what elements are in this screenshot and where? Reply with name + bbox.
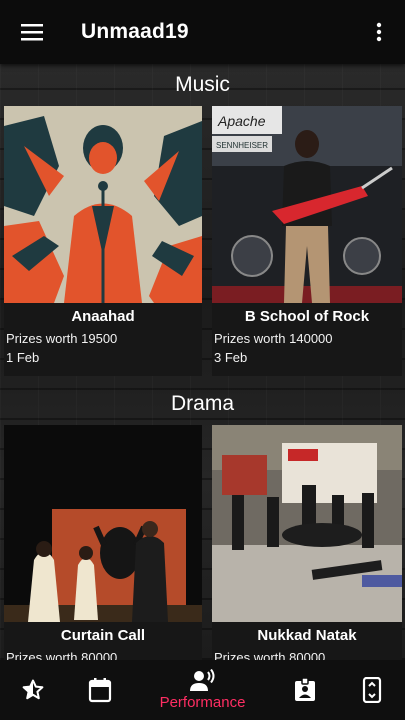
event-info: Nukkad Natak Prizes worth 80000 <box>212 622 402 660</box>
event-info: Anaahad Prizes worth 19500 1 Feb <box>4 303 202 376</box>
event-info: B School of Rock Prizes worth 140000 3 F… <box>212 303 402 376</box>
banner-text: Apache <box>217 113 266 129</box>
section-header-drama: Drama <box>170 392 234 415</box>
nav-item-schedule[interactable] <box>85 660 115 720</box>
badge-icon <box>294 678 315 701</box>
event-prize: Prizes worth 80000 <box>6 650 118 660</box>
event-date: 3 Feb <box>214 350 248 365</box>
bottom-navigation: Performance <box>0 660 405 720</box>
drama-grid: Curtain Call Prizes worth 80000 Nukkad N… <box>0 425 405 660</box>
menu-button[interactable] <box>0 0 64 64</box>
calendar-icon <box>89 678 112 703</box>
hamburger-icon <box>21 24 43 41</box>
event-card-b-school-of-rock[interactable]: Apache SENNHEISER B School of Rock Prize… <box>212 106 402 376</box>
performance-icon <box>189 669 214 691</box>
event-name: Nukkad Natak <box>257 627 357 644</box>
event-prize: Prizes worth 80000 <box>214 650 326 660</box>
event-date: 1 Feb <box>6 350 40 365</box>
banner-sub-text: SENNHEISER <box>216 141 268 150</box>
nav-item-performance[interactable]: Performance <box>153 660 253 720</box>
event-name: Curtain Call <box>60 627 146 644</box>
event-image-b-school-of-rock: Apache SENNHEISER <box>212 106 402 303</box>
event-image-anaahad <box>4 106 202 303</box>
nav-item-scan[interactable] <box>357 660 387 720</box>
nav-item-profile[interactable] <box>290 660 320 720</box>
event-prize: Prizes worth 19500 <box>6 331 118 346</box>
overflow-menu-button[interactable] <box>363 16 395 48</box>
event-image-nukkad-natak <box>212 425 402 622</box>
nav-label-performance: Performance <box>159 694 246 711</box>
app-title: Unmaad19 <box>81 20 189 43</box>
events-list[interactable]: Music Anaahad Prizes worth 19500 1 Feb A… <box>0 64 405 660</box>
event-name: B School of Rock <box>244 308 370 325</box>
nav-item-favourites[interactable] <box>18 660 48 720</box>
more-vertical-icon <box>376 22 382 42</box>
event-card-curtain-call[interactable]: Curtain Call Prizes worth 80000 <box>4 425 202 660</box>
event-prize: Prizes worth 140000 <box>214 331 333 346</box>
event-info: Curtain Call Prizes worth 80000 <box>4 622 202 660</box>
event-card-nukkad-natak[interactable]: Nukkad Natak Prizes worth 80000 <box>212 425 402 660</box>
star-half-icon <box>22 679 44 700</box>
event-name: Anaahad <box>71 308 135 325</box>
app-bar: Unmaad19 <box>0 0 405 64</box>
event-card-anaahad[interactable]: Anaahad Prizes worth 19500 1 Feb <box>4 106 202 376</box>
section-header-music: Music <box>175 73 230 96</box>
music-grid: Anaahad Prizes worth 19500 1 Feb Apache … <box>0 106 405 376</box>
event-image-curtain-call <box>4 425 202 622</box>
phone-rotate-icon <box>362 677 382 703</box>
